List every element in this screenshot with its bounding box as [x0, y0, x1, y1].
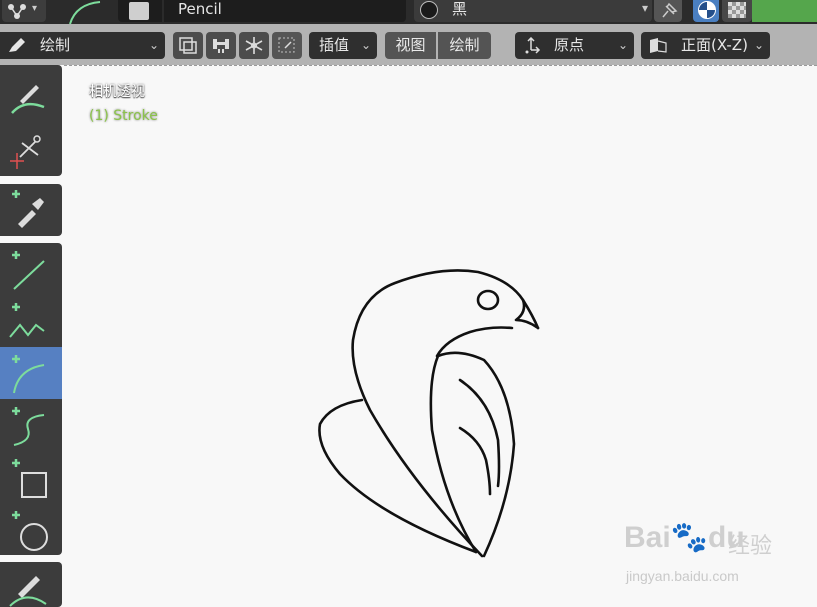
tool-box[interactable]: [0, 451, 62, 503]
node-tree-icon: [8, 4, 26, 19]
color-swatch-icon: [420, 1, 438, 19]
plane-icon: [650, 38, 667, 53]
eyedropper-icon: [12, 190, 44, 228]
origin-dropdown[interactable]: 原点 ⌄: [515, 32, 634, 59]
color-dropdown[interactable]: 黑 ▾: [414, 0, 652, 22]
autoclean-button[interactable]: [206, 32, 236, 59]
tool-curve[interactable]: [0, 399, 62, 451]
bird-wing-stroke: [429, 351, 516, 558]
watermark-logo: Bai🐾du: [624, 520, 745, 555]
draw-menu[interactable]: 绘制: [438, 32, 491, 59]
bird-feather-stroke-2: [458, 426, 492, 496]
tool-group-primitives: [0, 243, 62, 555]
pin-button[interactable]: [654, 0, 682, 22]
tool-line[interactable]: [0, 243, 62, 295]
mode-label: 绘制: [40, 36, 71, 54]
arc-icon: [12, 355, 45, 394]
paw-icon: 🐾: [670, 521, 709, 554]
viewport-camera-label: 相机透视: [89, 84, 145, 100]
watermark-logo-part1: Bai: [624, 521, 671, 554]
multiframe-icon: [179, 37, 197, 54]
stamp-icon: [213, 39, 229, 53]
orientation-label: 正面(X-Z): [681, 36, 748, 54]
chevron-down-icon: ▾: [32, 3, 38, 14]
tool-draw[interactable]: [0, 71, 62, 123]
interpolate-dropdown[interactable]: 插值 ⌄: [309, 32, 377, 59]
color-name: 黑: [452, 0, 468, 18]
bird-throat-stroke: [435, 326, 514, 358]
cursor-button[interactable]: [272, 32, 302, 59]
chevron-down-icon: ⌄: [148, 38, 159, 52]
bird-drawing: [318, 269, 540, 558]
viewport-object-label: (1) Stroke: [89, 108, 158, 124]
tool-arc[interactable]: [0, 347, 62, 399]
polyline-icon: [9, 303, 45, 338]
watermark-url: jingyan.baidu.com: [626, 568, 739, 584]
tool-eyedropper[interactable]: [0, 184, 62, 236]
multiframe-button[interactable]: [173, 32, 203, 59]
brush-icon: [11, 85, 45, 114]
pin-icon: [662, 2, 678, 18]
origin-icon: [525, 37, 541, 54]
color-mode-button[interactable]: [693, 0, 719, 22]
tool-annotate[interactable]: [0, 562, 62, 607]
tool-polyline[interactable]: [0, 295, 62, 347]
watermark-logo-cn: 经验: [728, 534, 773, 559]
curve-icon: [12, 407, 45, 446]
watermark: Bai🐾du 经验 jingyan.baidu.com: [624, 520, 774, 590]
header-bar: 绘制 ⌄ 插值 ⌄ 视图 绘制 原点 ⌄ 正面(X-Z) ⌄: [0, 24, 817, 65]
arc-tool-icon: [69, 1, 101, 24]
texture-mode-button[interactable]: [722, 0, 752, 22]
green-indicator: [752, 0, 817, 22]
box-icon: [12, 459, 47, 498]
view-menu[interactable]: 视图: [385, 32, 436, 59]
line-icon: [12, 251, 45, 290]
tool-group-annotate: [0, 562, 62, 607]
scissors-icon: [10, 135, 41, 169]
tool-circle[interactable]: [0, 503, 62, 555]
pencil-icon: [9, 38, 25, 52]
orientation-dropdown[interactable]: 正面(X-Z) ⌄: [641, 32, 770, 59]
origin-label: 原点: [554, 36, 585, 54]
checker-icon: [728, 2, 746, 18]
tool-group-draw: [0, 65, 62, 176]
material-selector[interactable]: Pencil: [164, 0, 406, 22]
interpolate-label: 插值: [319, 36, 350, 54]
circle-icon: [12, 511, 48, 551]
chevron-down-icon: ▾: [641, 1, 648, 15]
tool-cutter[interactable]: [0, 123, 62, 175]
mode-dropdown[interactable]: 绘制 ⌄: [0, 32, 165, 59]
chevron-down-icon: ⌄: [753, 38, 764, 52]
material-name: Pencil: [178, 0, 222, 18]
material-ball-icon: [698, 1, 716, 19]
chevron-down-icon: ⌄: [617, 38, 628, 52]
snowflake-icon: [245, 37, 263, 54]
annotate-pencil-icon: [9, 576, 47, 607]
tool-shelf: [0, 65, 64, 607]
snowflake-button[interactable]: [239, 32, 269, 59]
chevron-down-icon: ⌄: [360, 38, 371, 52]
editor-type-dropdown[interactable]: ▾: [2, 0, 46, 22]
bird-tail-stroke: [318, 398, 478, 554]
top-settings-bar: ▾ Pencil 黑 ▾: [0, 0, 817, 24]
bird-eye-stroke: [476, 289, 500, 311]
dotted-box-icon: [278, 37, 295, 53]
tool-group-eyedropper: [0, 184, 62, 236]
material-icon[interactable]: [118, 0, 162, 22]
camera-frame-border: [64, 65, 817, 66]
